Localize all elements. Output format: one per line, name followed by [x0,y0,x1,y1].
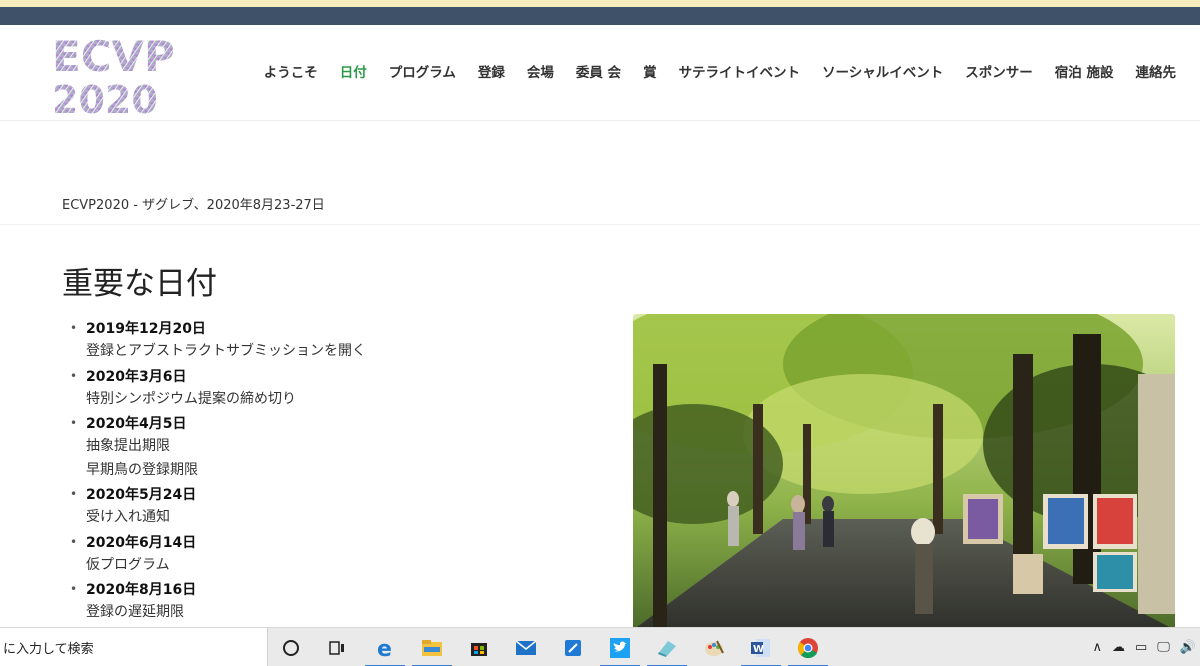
onedrive-icon[interactable]: ☁ [1112,640,1125,655]
main-nav: ようこそ 日付 プログラム 登録 会場 委員 会 賞 サテライトイベント ソーシャルイベント スポ… [264,61,1176,81]
date-item: • 2019年12月20日登録とアブストラクトサブミッションを開く [70,316,366,364]
date-item: • 2020年6月14日 仮プログラム [70,530,366,578]
date-label: 2020年3月6日 [86,368,187,385]
task-view-icon[interactable] [314,628,360,666]
date-heading: • 2020年8月16日 [70,577,366,601]
logo-text-bottom: 2020 [52,78,158,117]
nav-item[interactable]: サテライトイベント [679,61,801,81]
app-icon[interactable] [550,628,596,666]
page-title: 重要な日付 [62,266,217,302]
date-heading: • 2019年12月20日 [70,316,366,340]
date-description: 登録の遅延期限 [86,604,184,620]
bullet-icon: • [70,487,78,501]
bullet-icon: • [70,534,78,549]
bullet-icon: • [70,416,78,430]
nav-item[interactable]: 会場 [527,61,554,81]
tray-chevron-icon[interactable]: ∧ [1092,640,1102,655]
volume-icon[interactable]: 🔊 [1180,640,1196,655]
nav-item[interactable]: 委員 会 [576,61,621,81]
nav-item[interactable]: ようこそ [264,61,318,81]
notes-icon[interactable] [644,628,690,666]
nav-item[interactable]: 登録 [478,61,505,81]
chrome-icon[interactable] [785,628,831,666]
taskbar-search-placeholder: に入力して検索 [3,642,94,657]
date-item: • 2020年5月24日 受け入れ通知 [70,482,366,530]
date-item: • 2020年3月6日特別シンポジウム提案の締め切り [70,364,366,412]
nav-item[interactable]: 宿泊 施設 [1055,61,1114,81]
date-description: 特別シンポジウム提案の締め切り [86,390,296,407]
store-icon[interactable] [456,628,502,666]
date-heading: • 2020年5月24日 [70,482,366,506]
network-icon[interactable]: 🖵 [1157,640,1170,655]
date-description: 抽象提出期限 [86,438,170,454]
nav-item[interactable]: プログラム [389,61,456,81]
file-explorer-icon[interactable] [409,628,455,666]
date-item: • 2020年4月5日 抽象提出期限早期鳥の登録期限 [70,411,366,482]
nav-item[interactable]: ソーシャルイベント [822,61,943,81]
subheader: ECVP2020 - ザグレブ、2020年8月23-27日 [0,121,1200,225]
nav-item[interactable]: 日付 [340,61,367,81]
bullet-icon: • [70,582,78,596]
paint-icon[interactable] [691,628,737,666]
date-item: • 2020年8月16日 登録の遅延期限 [70,577,366,625]
battery-icon[interactable]: ▭ [1135,640,1147,655]
street-art-photo [633,314,1175,630]
date-heading: • 2020年6月14日 [70,530,366,554]
bullet-icon: • [70,368,78,383]
mail-icon[interactable] [503,628,549,666]
nav-item[interactable]: 賞 [643,61,657,81]
svg-text:W: W [753,644,764,655]
taskbar-search-box[interactable]: に入力して検索 [0,628,268,666]
word-icon[interactable]: W [738,628,784,666]
nav-item[interactable]: 連絡先 [1136,61,1177,81]
svg-text:e: e [377,637,392,659]
nav-item[interactable]: スポンサー [965,61,1033,81]
date-description: 仮プログラム [86,556,170,573]
date-description: 受け入れ通知 [86,509,170,525]
top-bar [0,7,1200,25]
edge-icon[interactable]: e [362,628,408,666]
date-label: 2020年8月16日 [86,582,197,598]
date-heading: • 2020年3月6日 [70,364,366,388]
important-dates-list: • 2019年12月20日登録とアブストラクトサブミッションを開く • 2020年3月… [70,316,366,625]
date-label: 2020年4月5日 [86,416,187,432]
date-description: 登録とアブストラクトサブミッションを開く [86,343,366,359]
breadcrumb: ECVP2020 - ザグレブ、2020年8月23-27日 [62,198,325,213]
site-header: ECVP 2020 ようこそ 日付 プログラム 登録 会場 委員 会 賞 サテライトイベント ソ… [0,25,1200,121]
date-label: 2020年6月14日 [86,534,197,551]
date-heading: • 2020年4月5日 [70,411,366,435]
top-accent-strip [0,0,1200,7]
ecvp-logo[interactable]: ECVP 2020 [50,33,216,117]
date-label: 2019年12月20日 [86,321,206,337]
date-label: 2020年5月24日 [86,487,197,503]
bullet-icon: • [70,321,78,335]
logo-text-top: ECVP [52,33,175,81]
windows-taskbar: に入力して検索 e W ∧ ☁ ▭ 🖵 🔊 [0,627,1200,666]
date-description: 早期鳥の登録期限 [86,461,198,478]
cortana-icon[interactable] [268,628,314,666]
twitter-icon[interactable] [597,628,643,666]
system-tray: ∧ ☁ ▭ 🖵 🔊 [1092,628,1196,666]
